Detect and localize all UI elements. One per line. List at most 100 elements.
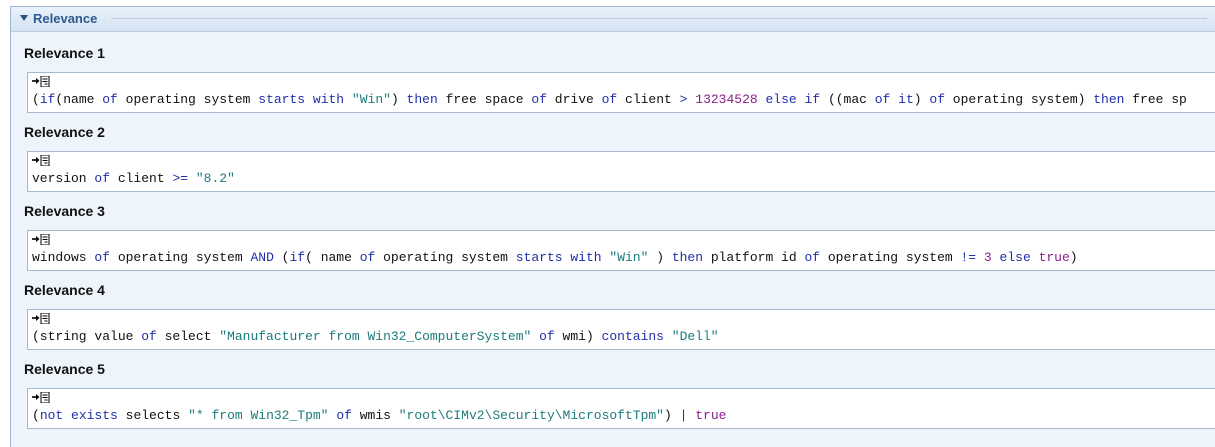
code-token-keyword: != bbox=[960, 250, 977, 265]
code-token-keyword: it bbox=[898, 92, 914, 107]
code-token-string-literal: "Win" bbox=[609, 250, 649, 265]
code-token-value-literal: true bbox=[1038, 250, 1070, 265]
code-token-expression-text bbox=[531, 329, 539, 344]
code-token-expression-text: ) bbox=[390, 92, 407, 107]
code-token-value-literal: 3 bbox=[983, 250, 992, 265]
relevance-section-4: Relevance 4 (string value of select "Man… bbox=[11, 268, 1215, 350]
code-token-value-literal: true bbox=[695, 408, 727, 423]
code-token-keyword: else bbox=[999, 250, 1031, 265]
code-token-expression-text: client bbox=[617, 92, 680, 107]
code-token-keyword: starts with bbox=[515, 250, 602, 265]
code-token-keyword: starts with bbox=[258, 92, 345, 107]
relevance-label: Relevance 3 bbox=[24, 203, 105, 219]
code-token-expression-text: operating system) bbox=[945, 92, 1094, 107]
code-token-expression-text: wmis bbox=[351, 408, 399, 423]
code-token-keyword: >= bbox=[172, 171, 189, 186]
code-token-expression-text bbox=[1031, 250, 1039, 265]
format-toggle-icon[interactable] bbox=[32, 392, 50, 403]
code-token-keyword: of bbox=[874, 92, 891, 107]
code-token-expression-text: operating system bbox=[375, 250, 516, 265]
code-token-keyword: of bbox=[539, 329, 555, 344]
relevance-label: Relevance 4 bbox=[24, 282, 105, 298]
code-token-string-literal: "Dell" bbox=[671, 329, 719, 344]
code-token-keyword: of bbox=[804, 250, 821, 265]
code-token-expression-text bbox=[664, 329, 672, 344]
code-token-expression-text: selects bbox=[117, 408, 189, 423]
code-token-string-literal: "8.2" bbox=[195, 171, 235, 186]
code-token-keyword: of bbox=[102, 92, 118, 107]
code-token-expression-text: free sp bbox=[1124, 92, 1187, 107]
code-token-expression-text: ) bbox=[648, 250, 672, 265]
relevance-section-2: Relevance 2 version of client >= "8.2" bbox=[11, 110, 1215, 192]
code-token-keyword: AND bbox=[250, 250, 274, 265]
code-token-expression-text: ( bbox=[32, 92, 40, 107]
code-token-keyword: then bbox=[406, 92, 438, 107]
code-token-expression-text bbox=[890, 92, 898, 107]
code-token-string-literal: "* from Win32_Tpm" bbox=[188, 408, 329, 423]
code-token-expression-text: ) bbox=[913, 92, 930, 107]
relevance-label: Relevance 1 bbox=[24, 45, 105, 61]
code-token-string-literal: "Manufacturer from Win32_ComputerSystem" bbox=[219, 329, 532, 344]
code-token-expression-text bbox=[758, 92, 766, 107]
format-toggle-icon[interactable] bbox=[32, 76, 50, 87]
code-token-expression-text: ( bbox=[273, 250, 290, 265]
format-toggle-icon[interactable] bbox=[32, 234, 50, 245]
code-token-keyword: not bbox=[39, 408, 64, 423]
relevance-code-box[interactable]: windows of operating system AND (if( nam… bbox=[27, 230, 1215, 271]
code-token-expression-text: (string value bbox=[32, 329, 142, 344]
code-token-expression-text bbox=[992, 250, 1000, 265]
format-toggle-icon[interactable] bbox=[32, 313, 50, 324]
code-token-string-literal: "Win" bbox=[351, 92, 391, 107]
panel-title: Relevance bbox=[33, 11, 98, 26]
relevance-expression: windows of operating system AND (if( nam… bbox=[32, 250, 1078, 266]
code-token-keyword: contains bbox=[601, 329, 664, 344]
code-token-expression-text: ) bbox=[663, 408, 680, 423]
relevance-panel: Relevance Relevance 1 (if(name of operat… bbox=[10, 6, 1215, 447]
relevance-code-box[interactable]: (if(name of operating system starts with… bbox=[27, 72, 1215, 113]
code-token-expression-text: operating system bbox=[820, 250, 961, 265]
relevance-expression: (string value of select "Manufacturer fr… bbox=[32, 329, 719, 345]
code-token-expression-text bbox=[976, 250, 984, 265]
relevance-code-box[interactable]: version of client >= "8.2" bbox=[27, 151, 1215, 192]
relevance-code-box[interactable]: (string value of select "Manufacturer fr… bbox=[27, 309, 1215, 350]
code-token-expression-text bbox=[188, 171, 196, 186]
code-token-keyword: then bbox=[1093, 92, 1125, 107]
format-toggle-icon[interactable] bbox=[32, 155, 50, 166]
code-token-keyword: of bbox=[336, 408, 352, 423]
code-token-expression-text: select bbox=[156, 329, 220, 344]
code-token-expression-text: ((mac bbox=[820, 92, 875, 107]
code-token-expression-text: version bbox=[32, 171, 95, 186]
code-token-expression-text: client bbox=[110, 171, 173, 186]
code-token-expression-text bbox=[344, 92, 352, 107]
relevance-code-box[interactable]: (not exists selects "* from Win32_Tpm" o… bbox=[27, 388, 1215, 429]
relevance-section-3: Relevance 3 windows of operating system … bbox=[11, 189, 1215, 271]
relevance-expression: version of client >= "8.2" bbox=[32, 171, 235, 187]
code-token-keyword: else bbox=[765, 92, 797, 107]
code-token-expression-text: (name bbox=[55, 92, 103, 107]
header-divider bbox=[111, 18, 1207, 19]
relevance-label: Relevance 5 bbox=[24, 361, 105, 377]
relevance-label: Relevance 2 bbox=[24, 124, 105, 140]
code-token-expression-text bbox=[63, 408, 71, 423]
relevance-panel-header[interactable]: Relevance bbox=[11, 7, 1215, 32]
code-token-expression-text: ( name bbox=[305, 250, 360, 265]
code-token-expression-text: drive bbox=[547, 92, 602, 107]
code-token-keyword: if bbox=[289, 250, 306, 265]
code-token-keyword: if bbox=[804, 92, 821, 107]
relevance-list: Relevance 1 (if(name of operating system… bbox=[11, 31, 1215, 429]
code-token-keyword: of bbox=[141, 329, 157, 344]
code-token-keyword: of bbox=[94, 250, 111, 265]
code-token-expression-text: free space bbox=[437, 92, 532, 107]
code-token-expression-text: ) bbox=[1069, 250, 1078, 265]
code-token-expression-text: platform id bbox=[703, 250, 805, 265]
relevance-section-1: Relevance 1 ( if (name of operating system… bbox=[11, 31, 1215, 113]
code-token-expression-text bbox=[797, 92, 805, 107]
code-token-keyword: then bbox=[671, 250, 704, 265]
code-token-keyword: of bbox=[531, 92, 547, 107]
code-token-string-literal: "root\CIMv2\Security\MicrosoftTpm" bbox=[398, 408, 664, 423]
code-token-keyword: of bbox=[601, 92, 618, 107]
collapse-triangle-icon[interactable] bbox=[20, 15, 28, 21]
relevance-section-5: Relevance 5 (not exists selects "* from … bbox=[11, 347, 1215, 429]
code-token-keyword: of bbox=[94, 171, 111, 186]
code-token-keyword: of bbox=[359, 250, 376, 265]
